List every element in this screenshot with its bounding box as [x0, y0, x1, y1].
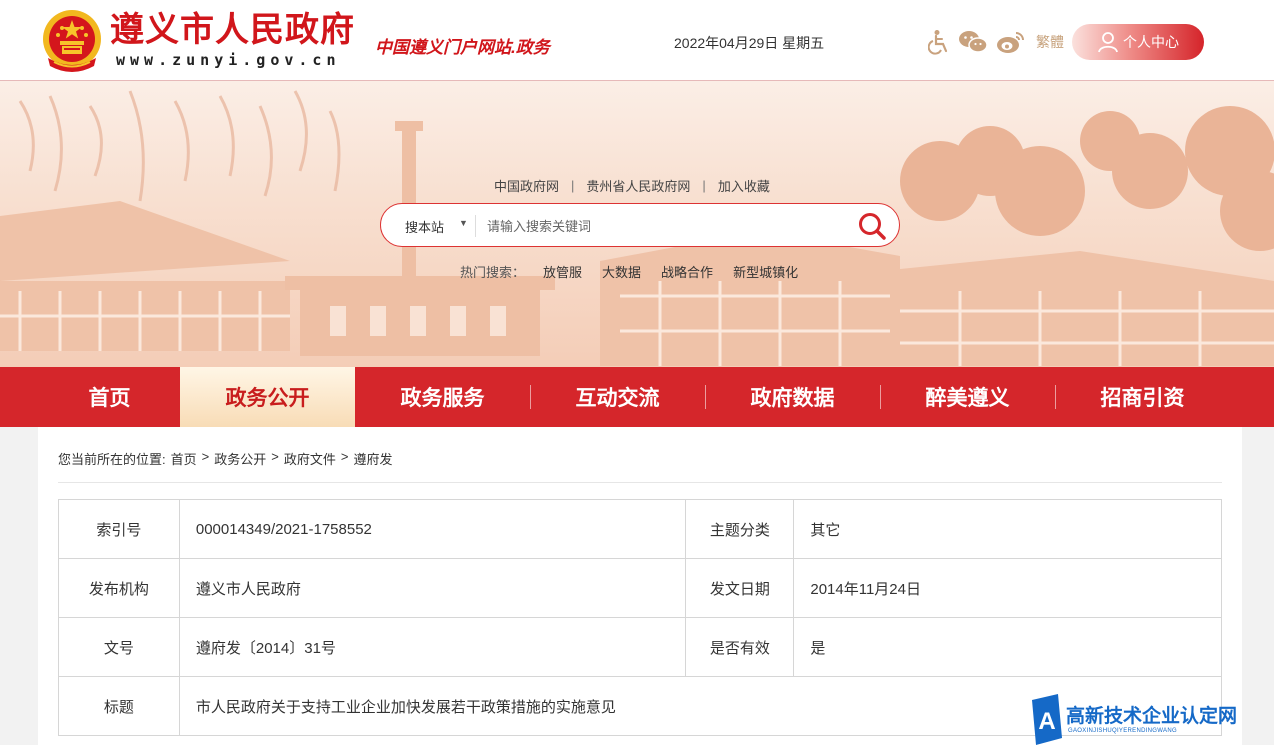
wechat-icon[interactable] — [958, 29, 988, 55]
link-china-gov[interactable]: 中国政府网 — [494, 176, 559, 195]
validity-label: 是否有效 — [685, 617, 795, 677]
breadcrumb-prefix: 您当前所在的位置: — [58, 452, 166, 467]
weibo-icon[interactable] — [996, 29, 1026, 55]
nav-investment[interactable]: 招商引资 — [1055, 367, 1230, 427]
breadcrumb-item[interactable]: 首页 — [171, 449, 197, 468]
breadcrumb-item[interactable]: 遵府发 — [353, 449, 392, 468]
issue-date-value: 2014年11月24日 — [793, 558, 1222, 618]
hot-search: 热门搜索： 放管服 大数据 战略合作 新型城镇化 — [460, 262, 798, 281]
top-header: 遵义市人民政府 www.zunyi.gov.cn 中国遵义门户网站.政务 202… — [0, 0, 1274, 81]
user-center-button[interactable]: 个人中心 — [1072, 24, 1204, 60]
hot-search-item[interactable]: 新型城镇化 — [733, 262, 798, 281]
user-icon — [1098, 32, 1118, 53]
table-row: 发布机构 遵义市人民政府 发文日期 2014年11月24日 — [58, 558, 1222, 618]
nav-home[interactable]: 首页 — [22, 367, 197, 427]
search-icon[interactable] — [857, 211, 887, 241]
hot-search-item[interactable]: 战略合作 — [661, 262, 713, 281]
nav-beautiful-zunyi[interactable]: 醉美遵义 — [880, 367, 1055, 427]
search-divider — [475, 215, 476, 237]
document-number-value: 遵府发〔2014〕31号 — [178, 617, 687, 677]
main-nav: 首页 政务公开 政务服务 互动交流 政府数据 醉美遵义 招商引资 — [0, 367, 1274, 427]
nav-interaction[interactable]: 互动交流 — [530, 367, 705, 427]
link-add-favorite[interactable]: 加入收藏 — [718, 176, 770, 195]
topic-category-value: 其它 — [793, 499, 1222, 559]
breadcrumb-separator: > — [340, 449, 349, 464]
header-tools: 繁體 — [928, 29, 1064, 55]
breadcrumb-separator: > — [201, 449, 210, 464]
caret-down-icon[interactable]: ▼ — [459, 218, 468, 228]
current-date: 2022年04月29日 星期五 — [674, 35, 825, 51]
index-number-value: 000014349/2021-1758552 — [178, 499, 687, 559]
nav-government-services[interactable]: 政务服务 — [355, 367, 530, 427]
breadcrumb-divider — [58, 482, 1222, 483]
breadcrumb-item[interactable]: 政务公开 — [214, 449, 266, 468]
table-row: 索引号 000014349/2021-1758552 主题分类 其它 — [58, 499, 1222, 559]
national-emblem-icon — [43, 10, 101, 72]
watermark-subtext: GAOXINJISHUQIYERENDINGWANG — [1068, 728, 1177, 734]
link-guizhou-gov[interactable]: 贵州省人民政府网 — [586, 176, 690, 195]
quick-links: 中国政府网 | 贵州省人民政府网 | 加入收藏 — [494, 176, 770, 195]
traditional-chinese-link[interactable]: 繁體 — [1036, 32, 1064, 52]
site-slogan: 中国遵义门户网站.政务 — [375, 38, 550, 57]
validity-value: 是 — [793, 617, 1222, 677]
site-domain: www.zunyi.gov.cn — [116, 51, 341, 69]
index-number-label: 索引号 — [58, 499, 180, 559]
issuer-label: 发布机构 — [58, 558, 180, 618]
issuer-value: 遵义市人民政府 — [178, 558, 687, 618]
breadcrumb-item[interactable]: 政府文件 — [284, 449, 336, 468]
nav-government-affairs-open[interactable]: 政务公开 — [180, 367, 355, 427]
search-box: 搜本站 ▼ — [380, 203, 900, 247]
search-scope-select[interactable]: 搜本站 — [405, 217, 444, 236]
topic-category-label: 主题分类 — [685, 499, 795, 559]
user-center-label: 个人中心 — [1123, 34, 1179, 50]
hot-search-item[interactable]: 放管服 — [543, 262, 582, 281]
site-title[interactable]: 遵义市人民政府 — [110, 10, 355, 50]
watermark-logo-icon: A — [1032, 694, 1062, 745]
accessibility-icon[interactable] — [928, 29, 950, 55]
watermark: A 高新技术企业认定网 GAOXINJISHUQIYERENDINGWANG — [1028, 694, 1274, 745]
breadcrumb-separator: > — [271, 449, 279, 464]
breadcrumb: 您当前所在的位置: 首页 > 政务公开 > 政府文件 > 遵府发 — [58, 449, 392, 468]
document-number-label: 文号 — [58, 617, 180, 677]
link-separator: | — [571, 178, 575, 193]
issue-date-label: 发文日期 — [685, 558, 795, 618]
title-label: 标题 — [58, 676, 180, 736]
hot-search-label: 热门搜索： — [460, 265, 526, 280]
link-separator: | — [702, 178, 706, 193]
table-row: 文号 遵府发〔2014〕31号 是否有效 是 — [58, 617, 1222, 677]
banner: 中国政府网 | 贵州省人民政府网 | 加入收藏 搜本站 ▼ 热门搜索： 放管服 … — [0, 81, 1274, 368]
hot-search-item[interactable]: 大数据 — [602, 262, 641, 281]
search-input[interactable] — [485, 212, 849, 240]
nav-government-data[interactable]: 政府数据 — [705, 367, 880, 427]
svg-text:A: A — [1038, 708, 1055, 735]
watermark-text: 高新技术企业认定网 — [1066, 706, 1238, 727]
